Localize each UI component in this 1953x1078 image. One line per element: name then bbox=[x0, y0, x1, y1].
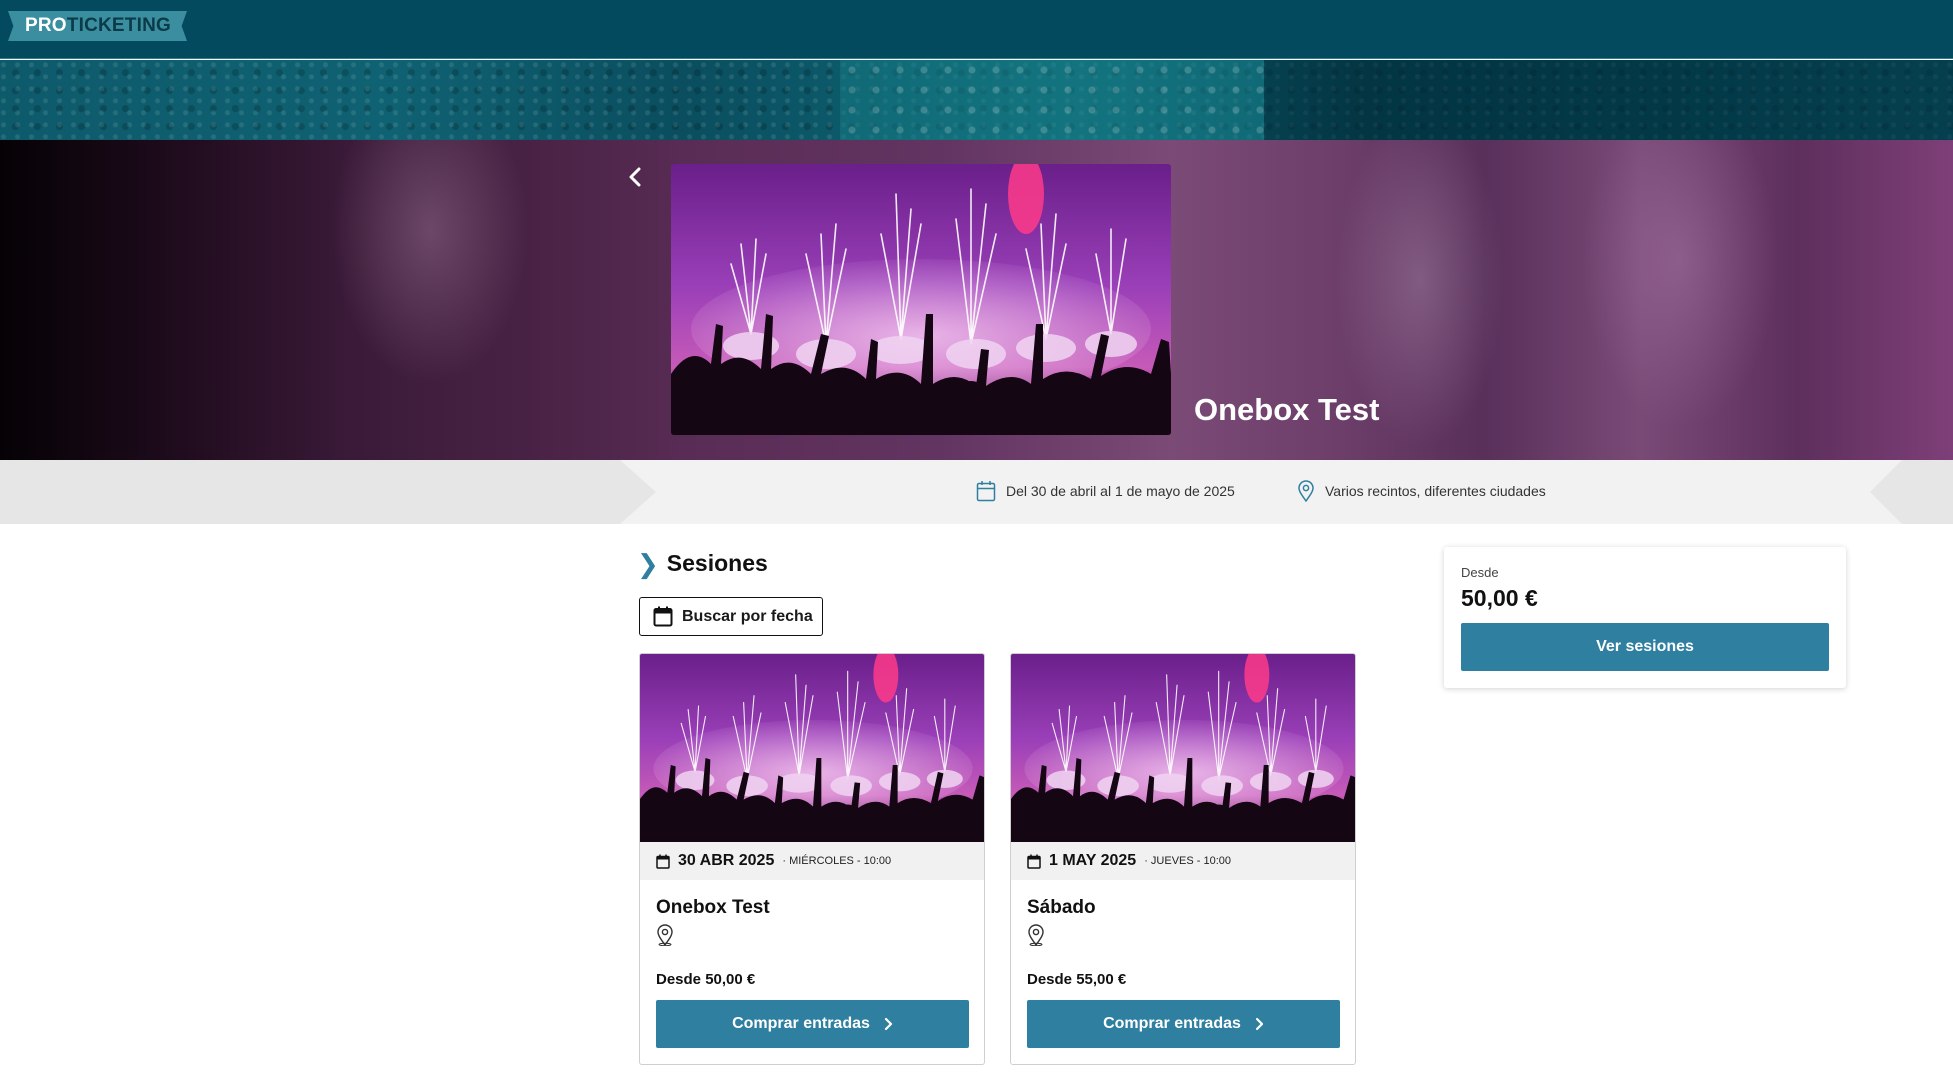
header-pattern-banner bbox=[0, 60, 1953, 140]
session-weekday-time: · JUEVES - 10:00 bbox=[1144, 855, 1232, 867]
price-from-label: Desde bbox=[1461, 565, 1499, 580]
session-weekday-time: · MIÉRCOLES - 10:00 bbox=[782, 855, 892, 867]
pattern-block bbox=[840, 60, 1264, 140]
session-card: 1 MAY 2025 · JUEVES - 10:00 Sábado Desde… bbox=[1010, 653, 1356, 1065]
sessions-heading-text: Sesiones bbox=[666, 550, 768, 576]
event-dates-text: Del 30 de abril al 1 de mayo de 2025 bbox=[1006, 483, 1235, 499]
event-venue-text: Varios recintos, diferentes ciudades bbox=[1325, 483, 1546, 499]
price-amount: 50,00 € bbox=[1461, 585, 1538, 611]
logo-ticketing-text: TICKETING bbox=[66, 15, 171, 36]
chevron-right-icon: ❯ bbox=[637, 548, 659, 579]
session-date: 1 MAY 2025 bbox=[1049, 852, 1137, 869]
chevron-left-icon bbox=[629, 167, 641, 187]
search-by-date-label: Buscar por fecha bbox=[682, 607, 813, 625]
calendar-icon bbox=[976, 481, 996, 502]
location-pin-icon bbox=[656, 924, 674, 951]
sessions-heading: ❯ Sesiones bbox=[637, 550, 768, 577]
session-price: Desde 50,00 € bbox=[656, 971, 756, 988]
info-bar-decoration bbox=[0, 460, 656, 524]
session-date-row: 1 MAY 2025 · JUEVES - 10:00 bbox=[1011, 842, 1355, 880]
search-by-date-button[interactable]: Buscar por fecha bbox=[639, 597, 823, 636]
session-card: 30 ABR 2025 · MIÉRCOLES - 10:00 Onebox T… bbox=[639, 653, 985, 1065]
session-name: Onebox Test bbox=[656, 897, 770, 918]
logo-pro-text: PRO bbox=[25, 15, 67, 36]
price-summary-box: Desde 50,00 € Ver sesiones bbox=[1444, 547, 1846, 688]
event-venue: Varios recintos, diferentes ciudades bbox=[1297, 480, 1546, 502]
back-button[interactable] bbox=[624, 164, 646, 190]
event-title: Onebox Test bbox=[1194, 392, 1380, 427]
event-dates: Del 30 de abril al 1 de mayo de 2025 bbox=[976, 480, 1235, 502]
buy-tickets-button[interactable]: Comprar entradas bbox=[656, 1000, 969, 1048]
chevron-right-icon bbox=[1255, 1017, 1264, 1031]
location-pin-icon bbox=[1027, 924, 1045, 951]
pattern-block bbox=[1264, 60, 1953, 140]
proticketing-logo[interactable]: PRO TICKETING bbox=[8, 11, 187, 41]
event-main-image bbox=[671, 164, 1171, 435]
session-image bbox=[1011, 654, 1355, 842]
buy-tickets-label: Comprar entradas bbox=[732, 1015, 870, 1032]
info-bar-decoration bbox=[1870, 460, 1953, 524]
session-date-row: 30 ABR 2025 · MIÉRCOLES - 10:00 bbox=[640, 842, 984, 880]
buy-tickets-button[interactable]: Comprar entradas bbox=[1027, 1000, 1340, 1048]
see-sessions-button[interactable]: Ver sesiones bbox=[1461, 623, 1829, 671]
calendar-icon bbox=[656, 854, 670, 869]
event-info-bar: Del 30 de abril al 1 de mayo de 2025 Var… bbox=[0, 460, 1953, 524]
session-date: 30 ABR 2025 bbox=[678, 852, 775, 869]
buy-tickets-label: Comprar entradas bbox=[1103, 1015, 1241, 1032]
chevron-right-icon bbox=[884, 1017, 893, 1031]
session-name: Sábado bbox=[1027, 897, 1096, 918]
calendar-icon bbox=[1027, 854, 1041, 869]
top-navbar: PRO TICKETING bbox=[0, 0, 1953, 59]
session-price: Desde 55,00 € bbox=[1027, 971, 1127, 988]
location-pin-icon bbox=[1298, 480, 1314, 502]
session-image bbox=[640, 654, 984, 842]
calendar-icon bbox=[653, 606, 673, 627]
